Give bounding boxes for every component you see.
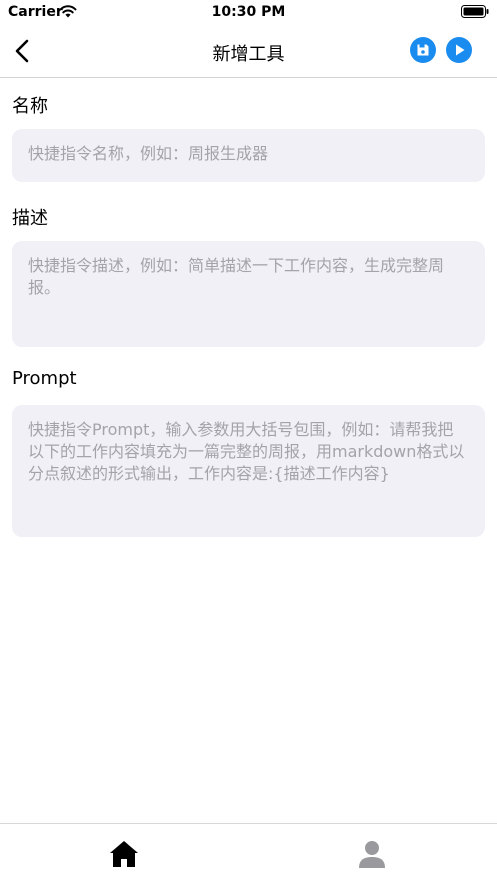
description-input[interactable]: 快捷指令描述，例如：简单描述一下工作内容，生成完整周报。 [12,241,485,347]
prompt-label: Prompt [12,368,77,389]
status-time: 10:30 PM [211,4,286,20]
tab-bar [0,823,497,883]
screen: Carrier 10:30 PM 新增工具 名称 快捷指令名称，例如：周报生成器… [0,0,497,883]
home-icon [110,841,138,867]
name-input[interactable]: 快捷指令名称，例如：周报生成器 [12,129,485,182]
tab-profile[interactable] [356,838,388,870]
run-button[interactable] [446,37,472,63]
save-button[interactable] [410,37,436,63]
name-label: 名称 [12,96,48,117]
description-label: 描述 [12,208,48,229]
save-icon [417,44,429,56]
battery-icon [461,5,489,18]
prompt-input[interactable]: 快捷指令Prompt，输入参数用大括号包围，例如：请帮我把以下的工作内容填充为一… [12,405,485,537]
tab-home[interactable] [108,838,140,870]
status-bar: Carrier 10:30 PM [0,0,497,26]
person-icon [359,841,385,868]
navigation-bar: 新增工具 [0,26,497,78]
play-icon [456,44,465,56]
